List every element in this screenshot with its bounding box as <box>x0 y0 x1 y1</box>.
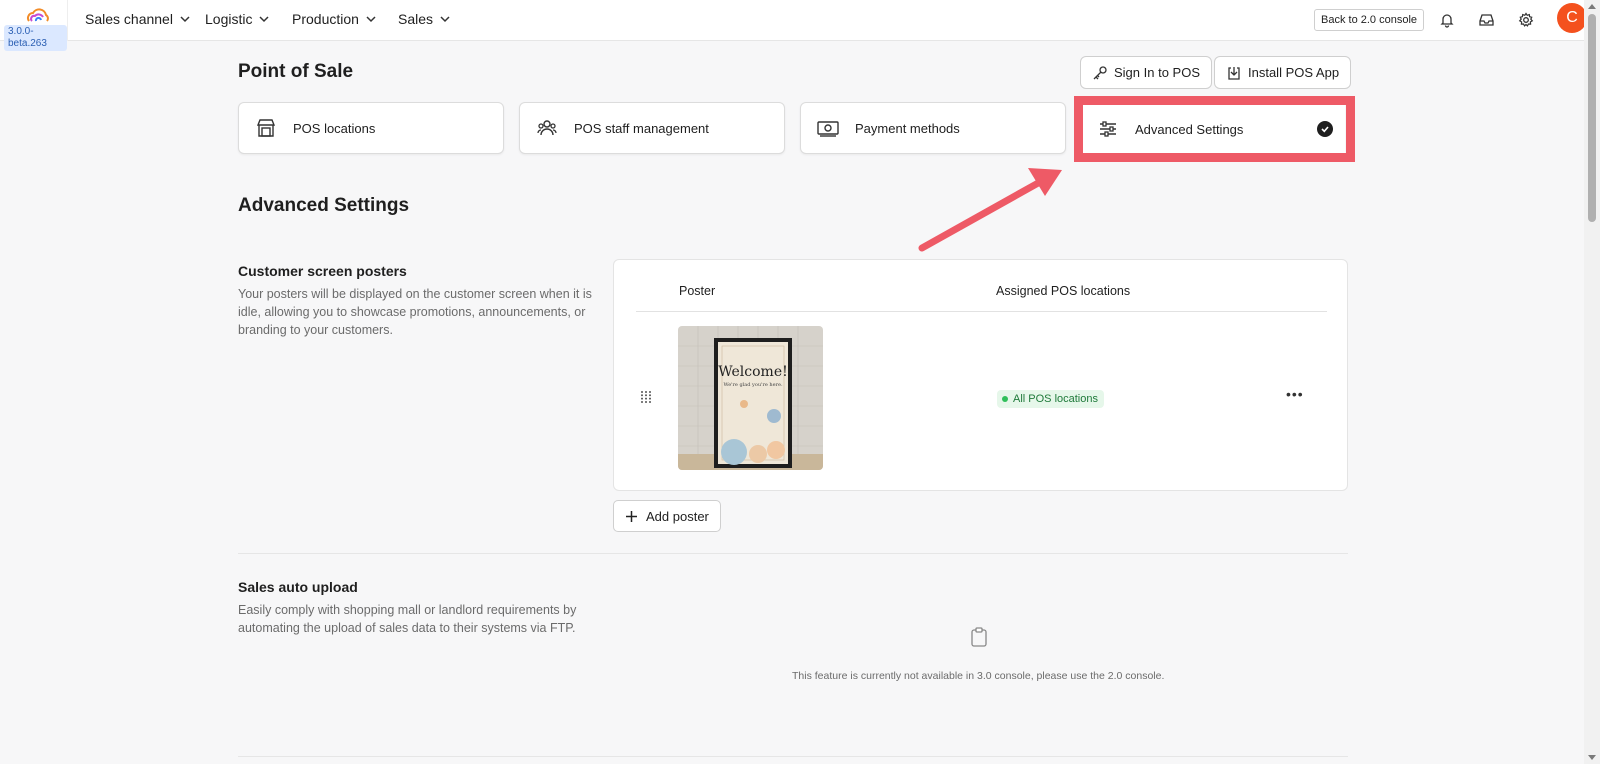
users-icon <box>536 117 558 139</box>
poster-thumbnail[interactable]: Welcome! We're glad you're here. <box>678 326 823 470</box>
install-pos-app-button[interactable]: Install POS App <box>1214 56 1352 89</box>
section-divider <box>238 553 1348 554</box>
inbox-icon[interactable] <box>1476 10 1496 30</box>
logo-area[interactable]: 3.0.0-beta.263 <box>0 0 68 51</box>
nav-label: Sales <box>398 11 434 27</box>
sliders-icon <box>1097 118 1119 140</box>
tab-pos-staff-management[interactable]: POS staff management <box>519 102 785 154</box>
posters-section-description: Your posters will be displayed on the cu… <box>238 287 592 337</box>
scroll-thumb[interactable] <box>1588 14 1596 222</box>
status-dot <box>1002 396 1008 402</box>
more-options-icon[interactable]: ••• <box>1286 386 1304 402</box>
cash-icon <box>817 117 839 139</box>
key-icon <box>1093 65 1107 79</box>
poster-subtext: We're glad you're here. <box>723 382 782 388</box>
plus-icon <box>626 510 637 522</box>
all-pos-locations-badge: All POS locations <box>997 390 1104 408</box>
chevron-down-icon <box>440 16 450 23</box>
sales-upload-section-title: Sales auto upload <box>238 579 358 595</box>
badge-label: All POS locations <box>1013 393 1098 405</box>
scroll-down-arrow-icon[interactable] <box>1588 755 1596 760</box>
install-label: Install POS App <box>1248 65 1340 80</box>
download-icon <box>1228 66 1240 80</box>
sign-in-to-pos-button[interactable]: Sign In to POS <box>1080 56 1212 89</box>
version-badge: 3.0.0-beta.263 <box>4 25 67 51</box>
checkmark-icon <box>1317 121 1333 137</box>
chevron-down-icon <box>259 16 269 23</box>
chevron-down-icon <box>180 16 190 23</box>
column-header-poster: Poster <box>679 284 716 298</box>
store-icon <box>255 117 277 139</box>
user-avatar[interactable]: C <box>1557 3 1587 33</box>
sign-in-label: Sign In to POS <box>1114 65 1200 80</box>
section-title: Advanced Settings <box>238 195 410 216</box>
feature-unavailable-text: This feature is currently not available … <box>792 670 1165 682</box>
nav-label: Logistic <box>205 11 253 27</box>
page-scrollbar[interactable] <box>1584 0 1600 764</box>
tab-label: POS locations <box>293 120 376 136</box>
gear-icon[interactable] <box>1516 10 1536 30</box>
poster-welcome-text: Welcome! <box>718 364 787 380</box>
tab-advanced-settings[interactable]: Advanced Settings <box>1083 105 1345 153</box>
chevron-down-icon <box>366 16 376 23</box>
header-divider <box>636 311 1327 312</box>
add-poster-label: Add poster <box>646 508 709 524</box>
tab-payment-methods[interactable]: Payment methods <box>800 102 1066 154</box>
nav-production[interactable]: Production <box>292 11 377 27</box>
top-navigation-bar: 3.0.0-beta.263 Sales channel Logistic Pr… <box>0 0 1587 51</box>
sales-upload-section-description: Easily comply with shopping mall or land… <box>238 603 577 635</box>
clipboard-icon <box>971 627 987 647</box>
back-to-console-button[interactable]: Back to 2.0 console <box>1314 9 1425 31</box>
add-poster-button[interactable]: Add poster <box>613 500 721 532</box>
page-title: Point of Sale <box>238 61 354 82</box>
section-divider <box>238 756 1348 757</box>
tab-pos-locations[interactable]: POS locations <box>238 102 504 154</box>
nav-sales-channel[interactable]: Sales channel <box>85 11 191 27</box>
tab-label: Advanced Settings <box>1135 121 1244 137</box>
posters-table: Poster Assigned POS locations Welcome! W… <box>613 259 1348 491</box>
nav-label: Sales channel <box>85 11 173 27</box>
posters-section-title: Customer screen posters <box>238 263 407 279</box>
tab-label: POS staff management <box>574 120 709 136</box>
cloud-logo-icon <box>27 8 49 22</box>
scroll-up-arrow-icon[interactable] <box>1588 4 1596 9</box>
nav-label: Production <box>292 11 359 27</box>
tab-label: Payment methods <box>855 120 960 136</box>
nav-logistic[interactable]: Logistic <box>205 11 270 27</box>
column-header-assigned-locations: Assigned POS locations <box>996 284 1131 298</box>
bell-icon[interactable] <box>1437 10 1457 30</box>
nav-sales[interactable]: Sales <box>398 11 451 27</box>
drag-handle-icon[interactable] <box>640 390 652 404</box>
